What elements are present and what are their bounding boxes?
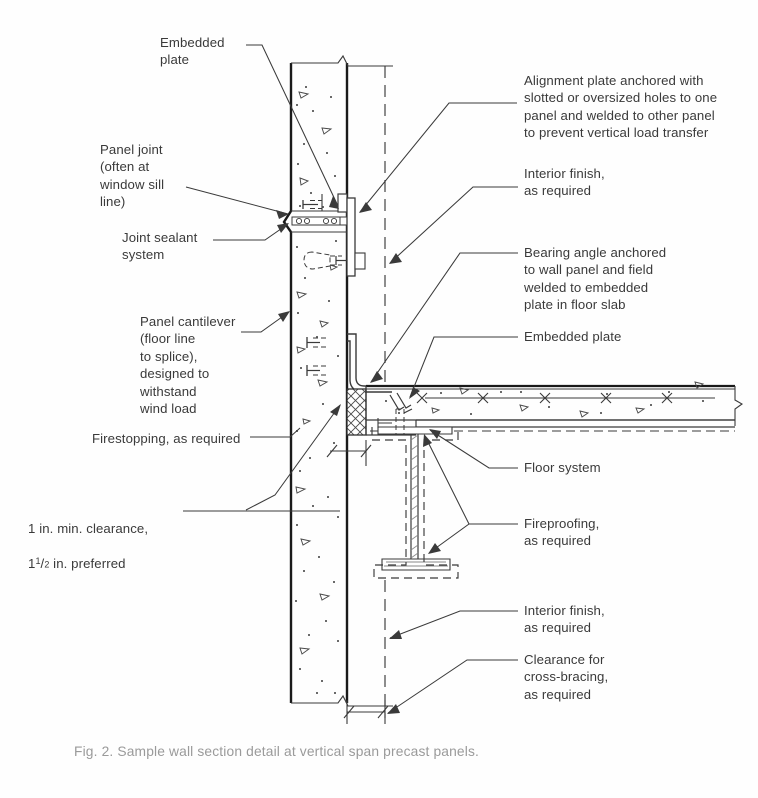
firestopping	[346, 388, 367, 436]
leader-interior-finish-upper	[389, 186, 518, 264]
label-bearing-angle: Bearing angle anchored to wall panel and…	[524, 245, 667, 313]
label-panel-joint: Panel joint (often at window sill line)	[100, 142, 165, 210]
leader-fireproofing	[423, 434, 518, 554]
leader-embedded-plate-right	[409, 336, 518, 399]
label-clearance-line1: 1 in. min. clearance,	[28, 521, 149, 537]
leader-embedded-plate-top	[246, 44, 339, 209]
concrete-dots-panel	[295, 86, 339, 694]
label-firestopping: Firestopping, as required	[92, 431, 241, 446]
label-cross-bracing: Clearance for cross-bracing, as required	[524, 652, 609, 702]
figure-sheet: Embedded plate Panel joint (often at win…	[0, 0, 758, 798]
leader-panel-cantilever	[241, 311, 290, 333]
panel-embed-anchors-mid	[306, 337, 328, 376]
label-embedded-plate-top: Embedded plate	[160, 35, 225, 68]
label-floor-system: Floor system	[524, 460, 601, 475]
leader-bearing-angle	[370, 252, 518, 383]
leader-floor-system	[429, 429, 518, 469]
leader-alignment-plate	[359, 102, 517, 213]
label-alignment-plate: Alignment plate anchored with slotted or…	[524, 73, 718, 141]
alignment-plate	[337, 193, 356, 277]
label-interior-finish-lower: Interior finish, as required	[524, 603, 605, 636]
figure-caption: Fig. 2. Sample wall section detail at ve…	[74, 744, 479, 759]
leader-panel-joint	[185, 186, 289, 219]
joint-sealant	[291, 216, 348, 226]
clearance-suffix: in. preferred	[49, 556, 126, 572]
cross-bracing-clearance-dimension	[343, 700, 389, 724]
concrete-hatch-panel	[295, 91, 339, 655]
concrete-hatch-slab	[431, 381, 705, 418]
label-fireproofing: Fireproofing, as required	[524, 516, 600, 549]
embedded-plate-upper-anchor	[302, 194, 323, 211]
label-joint-sealant: Joint sealant system	[122, 230, 198, 263]
clearance-numerator: 1	[35, 556, 41, 567]
leader-firestopping	[250, 427, 301, 438]
label-clearance: 1 in. min. clearance, 11/2 in. preferred	[28, 503, 148, 590]
leader-firestopping-arrow	[245, 404, 341, 511]
precast-wall-panel	[282, 54, 393, 707]
label-panel-cantilever: Panel cantilever (floor line to splice),…	[140, 314, 236, 417]
embedded-plate-slab	[389, 392, 413, 414]
leader-interior-finish-lower	[389, 610, 518, 639]
label-embedded-plate-right: Embedded plate	[524, 329, 622, 344]
leader-cross-bracing	[387, 659, 518, 714]
steel-beam	[377, 426, 453, 571]
label-clearance-line2: 11/2 in. preferred	[28, 556, 126, 572]
label-interior-finish-upper: Interior finish, as required	[524, 166, 605, 199]
leader-joint-sealant	[213, 223, 289, 241]
